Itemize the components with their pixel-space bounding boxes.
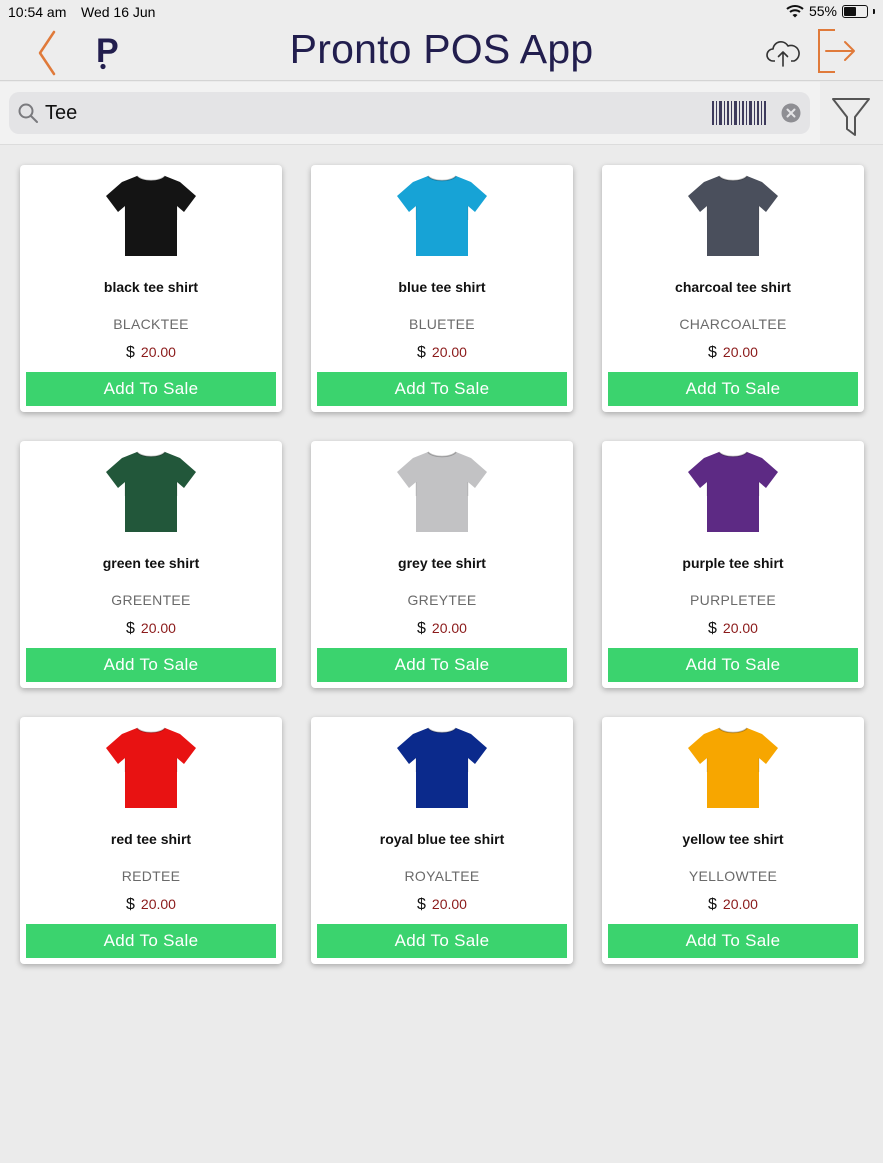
- filter-icon: [832, 98, 870, 136]
- product-card[interactable]: grey tee shirt GREYTEE $20.00 Add To Sal…: [311, 441, 573, 688]
- price-row: $20.00: [311, 344, 573, 362]
- product-name: royal blue tee shirt: [379, 831, 505, 847]
- product-price: 20.00: [140, 896, 176, 912]
- currency-symbol: $: [126, 344, 135, 361]
- logout-icon: [818, 29, 855, 73]
- status-time: 10:54 am: [8, 4, 67, 20]
- tshirt-icon: [106, 451, 196, 532]
- barcode-icon[interactable]: [711, 99, 767, 127]
- tshirt-icon: [688, 175, 778, 256]
- add-to-sale-button[interactable]: Add To Sale: [26, 648, 276, 682]
- product-price: 20.00: [722, 620, 758, 636]
- product-code: REDTEE: [121, 868, 181, 884]
- currency-symbol: $: [417, 620, 426, 637]
- search-field: [9, 92, 810, 134]
- product-name: black tee shirt: [103, 279, 199, 295]
- currency-symbol: $: [708, 620, 717, 637]
- battery-percent: 55%: [808, 3, 837, 19]
- app-title: Pronto POS App: [289, 26, 594, 72]
- product-name: yellow tee shirt: [682, 831, 784, 847]
- search-icon: [18, 103, 38, 123]
- tshirt-icon: [397, 451, 487, 532]
- currency-symbol: $: [126, 620, 135, 637]
- app-header: P Pronto POS App: [0, 24, 883, 81]
- tshirt-icon: [397, 727, 487, 808]
- product-price: 20.00: [431, 344, 467, 360]
- app-logo: P: [94, 30, 124, 70]
- product-card[interactable]: green tee shirt GREENTEE $20.00 Add To S…: [20, 441, 282, 688]
- price-row: $20.00: [311, 896, 573, 914]
- logout-button[interactable]: [816, 28, 858, 74]
- product-code: GREYTEE: [407, 592, 477, 608]
- tshirt-icon: [106, 727, 196, 808]
- cloud-upload-icon: [766, 41, 800, 67]
- battery-icon: [842, 4, 868, 18]
- currency-symbol: $: [126, 896, 135, 913]
- tshirt-icon: [106, 175, 196, 256]
- filter-button[interactable]: [820, 82, 883, 145]
- tshirt-icon: [688, 727, 778, 808]
- add-to-sale-button[interactable]: Add To Sale: [608, 372, 858, 406]
- product-card[interactable]: purple tee shirt PURPLETEE $20.00 Add To…: [602, 441, 864, 688]
- price-row: $20.00: [602, 896, 864, 914]
- product-card[interactable]: red tee shirt REDTEE $20.00 Add To Sale: [20, 717, 282, 964]
- search-input[interactable]: [45, 98, 685, 128]
- product-price: 20.00: [431, 896, 467, 912]
- price-row: $20.00: [20, 344, 282, 362]
- product-price: 20.00: [431, 620, 467, 636]
- search-bar: [0, 82, 820, 145]
- product-name: charcoal tee shirt: [675, 279, 791, 295]
- product-code: BLACKTEE: [113, 316, 189, 332]
- price-row: $20.00: [20, 896, 282, 914]
- add-to-sale-button[interactable]: Add To Sale: [608, 924, 858, 958]
- add-to-sale-button[interactable]: Add To Sale: [317, 372, 567, 406]
- price-row: $20.00: [602, 620, 864, 638]
- product-card[interactable]: yellow tee shirt YELLOWTEE $20.00 Add To…: [602, 717, 864, 964]
- product-name: grey tee shirt: [398, 555, 486, 571]
- tshirt-icon: [688, 451, 778, 532]
- product-code: ROYALTEE: [404, 868, 480, 884]
- product-price: 20.00: [722, 896, 758, 912]
- add-to-sale-button[interactable]: Add To Sale: [26, 372, 276, 406]
- add-to-sale-button[interactable]: Add To Sale: [26, 924, 276, 958]
- product-price: 20.00: [140, 344, 176, 360]
- product-code: YELLOWTEE: [688, 868, 778, 884]
- product-name: purple tee shirt: [682, 555, 784, 571]
- status-bar: 10:54 am Wed 16 Jun 55%: [0, 0, 883, 24]
- product-card[interactable]: charcoal tee shirt CHARCOALTEE $20.00 Ad…: [602, 165, 864, 412]
- product-card[interactable]: black tee shirt BLACKTEE $20.00 Add To S…: [20, 165, 282, 412]
- wifi-icon: [786, 5, 804, 18]
- product-name: green tee shirt: [102, 555, 200, 571]
- product-code: BLUETEE: [409, 316, 475, 332]
- back-button[interactable]: [32, 26, 62, 80]
- product-card[interactable]: royal blue tee shirt ROYALTEE $20.00 Add…: [311, 717, 573, 964]
- price-row: $20.00: [311, 620, 573, 638]
- product-name: blue tee shirt: [398, 279, 486, 295]
- clear-search-icon[interactable]: [781, 103, 801, 123]
- currency-symbol: $: [708, 896, 717, 913]
- price-row: $20.00: [20, 620, 282, 638]
- product-price: 20.00: [722, 344, 758, 360]
- add-to-sale-button[interactable]: Add To Sale: [608, 648, 858, 682]
- currency-symbol: $: [417, 896, 426, 913]
- status-date: Wed 16 Jun: [81, 4, 156, 20]
- sync-button[interactable]: [766, 38, 800, 68]
- product-name: red tee shirt: [110, 831, 192, 847]
- currency-symbol: $: [708, 344, 717, 361]
- svg-text:P: P: [96, 32, 119, 70]
- add-to-sale-button[interactable]: Add To Sale: [317, 924, 567, 958]
- add-to-sale-button[interactable]: Add To Sale: [317, 648, 567, 682]
- chevron-left-icon: [38, 30, 56, 76]
- product-price: 20.00: [140, 620, 176, 636]
- tshirt-icon: [397, 175, 487, 256]
- product-code: GREENTEE: [111, 592, 191, 608]
- product-card[interactable]: blue tee shirt BLUETEE $20.00 Add To Sal…: [311, 165, 573, 412]
- price-row: $20.00: [602, 344, 864, 362]
- product-grid: black tee shirt BLACKTEE $20.00 Add To S…: [20, 165, 864, 964]
- product-code: CHARCOALTEE: [679, 316, 787, 332]
- currency-symbol: $: [417, 344, 426, 361]
- product-code: PURPLETEE: [690, 592, 776, 608]
- status-indicators: 55%: [786, 3, 875, 19]
